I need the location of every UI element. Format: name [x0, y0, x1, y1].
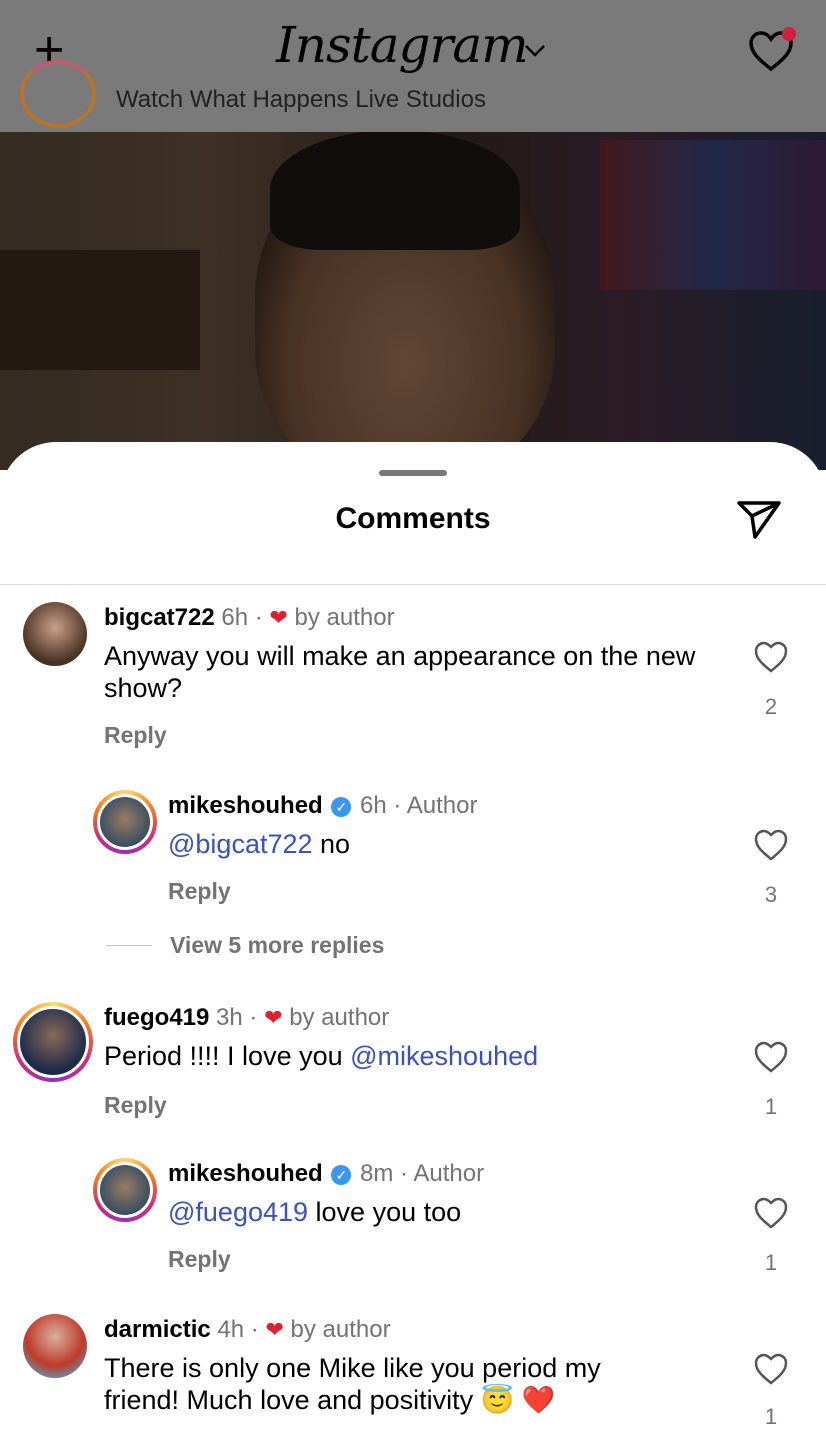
- comment-text: @fuego419 love you too: [168, 1196, 461, 1228]
- like-count: 3: [764, 882, 778, 907]
- like-icon[interactable]: [753, 1196, 789, 1230]
- comment-body: no: [312, 829, 351, 859]
- comment-time: 6h: [360, 792, 387, 819]
- comment-meta: mikeshouhed ✓ 8m · Author: [168, 1160, 485, 1187]
- comment-username[interactable]: bigcat722: [104, 604, 215, 631]
- comment-time: 6h: [221, 604, 249, 631]
- reply-button[interactable]: Reply: [104, 1092, 167, 1119]
- comment-text: Anyway you will make an appearance on th…: [104, 641, 696, 703]
- top-bar: + Instagram Watch What Happens Live Stud…: [0, 0, 826, 132]
- like-icon[interactable]: [753, 1352, 789, 1386]
- comment-badge: Author: [413, 1160, 485, 1187]
- like-count: 2: [764, 694, 778, 719]
- post-subtitle: Watch What Happens Live Studios: [116, 86, 486, 113]
- comment-text: There is only one Mike like you period m…: [104, 1353, 601, 1415]
- comment-meta: bigcat722 6h · ❤ by author: [104, 604, 395, 631]
- sheet-title: Comments: [335, 502, 491, 535]
- avatar[interactable]: [23, 1314, 87, 1378]
- avatar[interactable]: [23, 602, 87, 666]
- post-avatar[interactable]: [20, 60, 96, 128]
- app-title[interactable]: Instagram: [276, 16, 529, 74]
- send-icon[interactable]: [736, 497, 782, 541]
- comment-time: 3h: [216, 1004, 243, 1031]
- comment-badge: by author: [294, 604, 395, 631]
- avatar[interactable]: [93, 1158, 157, 1222]
- comment-meta: fuego419 3h · ❤ by author: [104, 1004, 390, 1031]
- comment-username[interactable]: mikeshouhed: [168, 792, 323, 819]
- like-icon[interactable]: [753, 828, 789, 862]
- heart-icon: ❤: [269, 605, 288, 630]
- divider: [0, 584, 826, 585]
- comment-meta: darmictic 4h · ❤ by author: [104, 1316, 391, 1343]
- mention-link[interactable]: @fuego419: [168, 1197, 308, 1227]
- verified-icon: ✓: [331, 1164, 352, 1185]
- notification-dot: [782, 27, 796, 41]
- chevron-down-icon[interactable]: [524, 38, 546, 64]
- reply-button[interactable]: Reply: [168, 1246, 231, 1273]
- comment-badge: Author: [406, 792, 478, 819]
- comment-username[interactable]: fuego419: [104, 1004, 209, 1031]
- like-count: 1: [764, 1094, 778, 1119]
- comment-time: 8m: [360, 1160, 394, 1187]
- comments-sheet: Comments bigcat722 6h · ❤ by author Anyw…: [0, 442, 826, 1438]
- verified-icon: ✓: [331, 796, 352, 817]
- comment-username[interactable]: mikeshouhed: [168, 1160, 323, 1187]
- mention-link[interactable]: @mikeshouhed: [350, 1041, 538, 1071]
- comment-time: 4h: [217, 1316, 245, 1343]
- like-icon[interactable]: [753, 640, 789, 674]
- like-count: 1: [764, 1250, 778, 1275]
- comment-text: @bigcat722 no: [168, 828, 350, 860]
- comment-body: Period !!!! I love you: [104, 1041, 351, 1071]
- avatar[interactable]: [13, 1002, 93, 1082]
- view-more-replies[interactable]: View 5 more replies: [170, 932, 384, 959]
- comment-text: Period !!!! I love you @mikeshouhed: [104, 1040, 538, 1072]
- view-more-line: [106, 945, 152, 946]
- heart-icon: ❤: [264, 1005, 283, 1030]
- comment-badge: by author: [290, 1316, 391, 1343]
- mention-link[interactable]: @bigcat722: [168, 829, 313, 859]
- comment-body: love you too: [308, 1197, 462, 1227]
- sheet-grabber[interactable]: [379, 470, 447, 476]
- heart-icon: ❤: [265, 1317, 284, 1342]
- comment-badge: by author: [289, 1004, 390, 1031]
- reply-button[interactable]: Reply: [168, 878, 231, 905]
- comment-username[interactable]: darmictic: [104, 1316, 211, 1343]
- avatar[interactable]: [93, 790, 157, 854]
- reply-button[interactable]: Reply: [104, 722, 167, 749]
- comment-meta: mikeshouhed ✓ 6h · Author: [168, 792, 478, 819]
- like-icon[interactable]: [753, 1040, 789, 1074]
- like-count: 1: [764, 1404, 778, 1429]
